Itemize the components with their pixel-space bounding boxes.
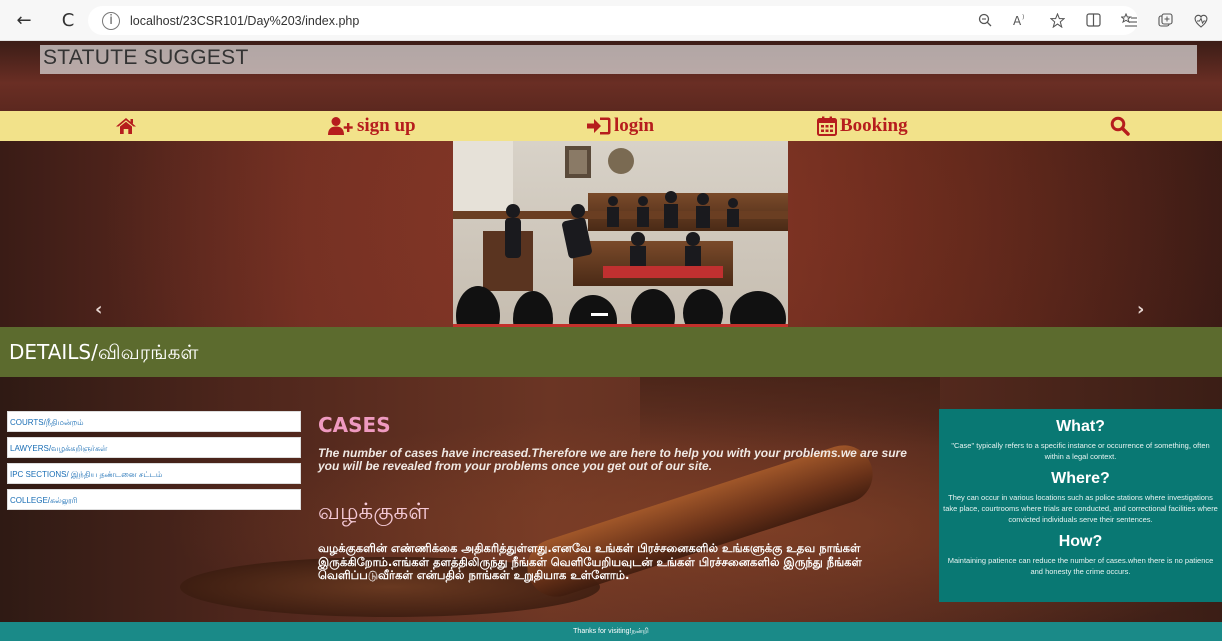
main-content: COURTS/நீதிமன்றம் LAWYERS/வழக்கறிஞர்கள் … (0, 377, 1222, 622)
zoom-icon[interactable] (974, 8, 996, 32)
refresh-button[interactable]: C (54, 6, 82, 34)
nav-home[interactable] (115, 114, 137, 138)
search-icon (1110, 116, 1130, 136)
side-menu-college[interactable]: COLLEGE/கல்லூரி (7, 489, 301, 510)
site-title: STATUTE SUGGEST (43, 46, 249, 69)
back-button[interactable]: ← (10, 6, 38, 34)
carousel-indicator[interactable] (591, 313, 608, 316)
nav-search[interactable] (1110, 114, 1130, 138)
cases-text: The number of cases have increased.There… (318, 446, 907, 473)
user-plus-icon (328, 117, 353, 135)
side-menu-lawyers[interactable]: LAWYERS/வழக்கறிஞர்கள் (7, 437, 301, 458)
sign-in-icon (587, 117, 611, 135)
info-panel: What? "Case" typically refers to a speci… (939, 409, 1222, 602)
image-carousel: ‹ › (0, 141, 1222, 327)
home-icon (116, 118, 136, 134)
browser-tools: A) (974, 8, 1212, 32)
site-info-icon[interactable]: i (102, 11, 120, 30)
favorites-list-icon[interactable] (1118, 8, 1140, 32)
what-text: "Case" typically refers to a specific in… (951, 441, 1210, 461)
browser-essentials-icon[interactable] (1190, 8, 1212, 32)
read-aloud-icon[interactable]: A) (1010, 8, 1032, 32)
side-menu-courts[interactable]: COURTS/நீதிமன்றம் (7, 411, 301, 432)
courtroom-photo (453, 141, 788, 327)
svg-text:): ) (1022, 14, 1024, 21)
details-title: DETAILS/விவரங்கள் (9, 340, 199, 364)
cases-tamil-title: வழக்குகள் (318, 499, 430, 525)
cases-tamil-text: வழக்குகளின் எண்ணிக்கை அதிகரித்துள்ளது.என… (318, 541, 862, 582)
nav-signup[interactable]: sign up (327, 114, 416, 138)
calendar-icon (817, 116, 837, 136)
where-text: They can occur in various locations such… (943, 493, 1218, 524)
nav-login-label: login (614, 115, 655, 136)
svg-text:A: A (1013, 14, 1022, 27)
nav-login[interactable]: login (586, 114, 654, 138)
collections-icon[interactable] (1154, 8, 1176, 32)
how-text: Maintaining patience can reduce the numb… (947, 556, 1214, 576)
footer-text: Thanks for visiting!நன்றி (573, 628, 649, 635)
url-text[interactable]: localhost/23CSR101/Day%203/index.php (130, 14, 359, 28)
favorite-icon[interactable] (1046, 8, 1068, 32)
side-menu-ipc-sections[interactable]: IPC SECTIONS/ இந்திய தண்டனை சட்டம் (7, 463, 301, 484)
split-screen-icon[interactable] (1082, 8, 1104, 32)
details-section-header: DETAILS/விவரங்கள் (0, 327, 1222, 377)
nav-booking[interactable]: Booking (817, 114, 908, 138)
side-menu: COURTS/நீதிமன்றம் LAWYERS/வழக்கறிஞர்கள் … (7, 411, 301, 515)
cases-title: CASES (318, 413, 391, 437)
carousel-prev-button[interactable]: ‹ (95, 299, 102, 320)
carousel-next-button[interactable]: › (1137, 299, 1144, 320)
how-heading: How? (1058, 533, 1103, 550)
site-header: STATUTE SUGGEST (40, 45, 1197, 74)
nav-signup-label: sign up (357, 115, 416, 136)
what-heading: What? (1056, 418, 1105, 435)
nav-booking-label: Booking (840, 115, 908, 136)
cases-section: CASES The number of cases have increased… (318, 413, 918, 583)
web-page: STATUTE SUGGEST sign up login Booking ‹ … (0, 41, 1222, 641)
page-footer: Thanks for visiting!நன்றி (0, 622, 1222, 641)
browser-toolbar: ← C i localhost/23CSR101/Day%203/index.p… (0, 0, 1222, 41)
main-navbar: sign up login Booking (0, 111, 1222, 141)
where-heading: Where? (1051, 470, 1110, 487)
